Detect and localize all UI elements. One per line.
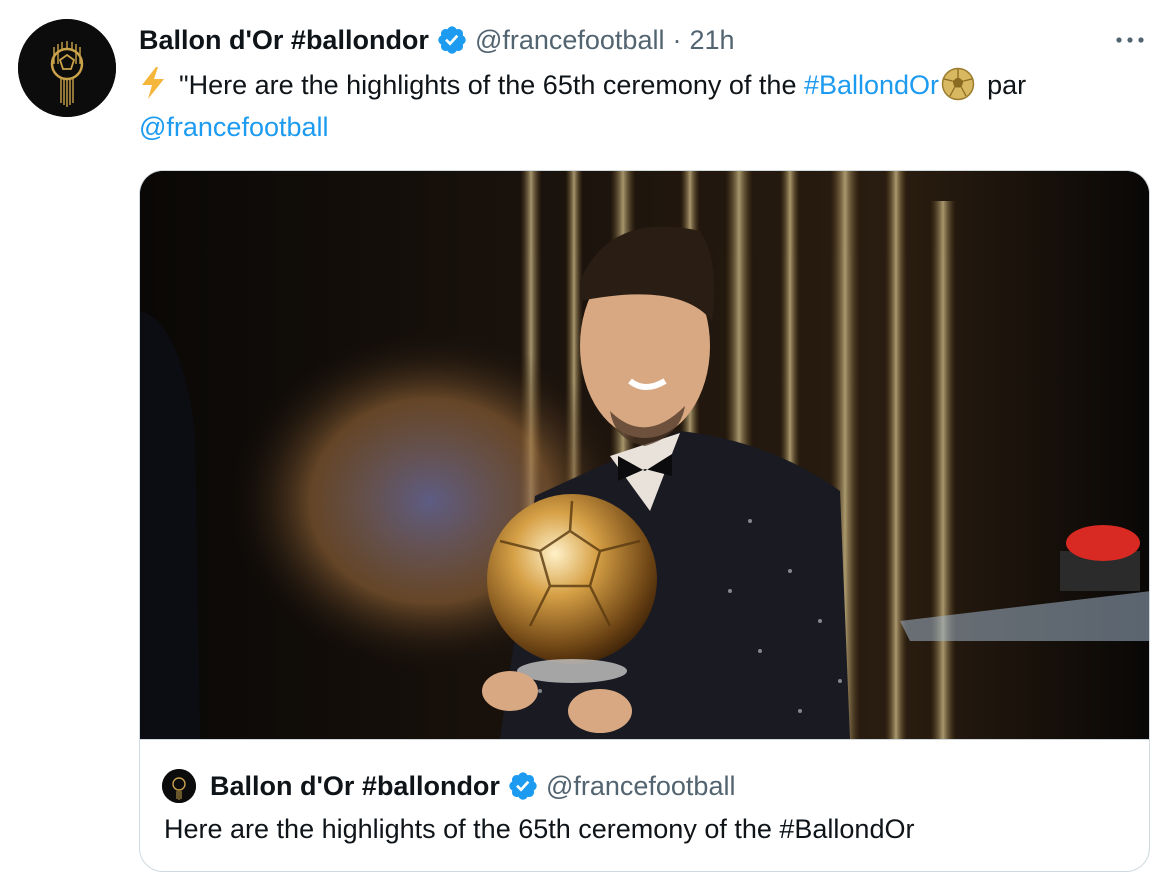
- ballon-dor-logo-icon: [18, 19, 116, 117]
- quoted-tweet-header: Ballon d'Or #ballondor @francefootball: [162, 769, 736, 803]
- author-handle[interactable]: @francefootball: [475, 25, 665, 56]
- tweet-header: Ballon d'Or #ballondor @francefootball ·…: [139, 22, 735, 58]
- lightning-emoji-icon: [142, 67, 164, 99]
- tweet-timestamp[interactable]: 21h: [689, 25, 734, 56]
- mention-link[interactable]: @francefootball: [139, 112, 329, 142]
- quoted-author-handle[interactable]: @francefootball: [546, 771, 736, 802]
- verified-badge-icon: [438, 26, 466, 54]
- quoted-author-avatar[interactable]: [162, 769, 196, 803]
- soccer-ball-emoji-icon: [941, 67, 975, 101]
- tweet-text: "Here are the highlights of the 65th cer…: [139, 64, 1149, 148]
- author-avatar[interactable]: [18, 19, 116, 117]
- hashtag-link[interactable]: #BallondOr: [804, 70, 939, 100]
- quoted-tweet-card[interactable]: Ballon d'Or #ballondor @francefootball H…: [139, 170, 1150, 872]
- card-media-image[interactable]: [140, 171, 1149, 739]
- separator-dot: ·: [672, 24, 682, 55]
- ceremony-photo: [140, 171, 1149, 739]
- tweet-text-part2: par: [987, 70, 1027, 100]
- ballon-dor-logo-icon: [162, 769, 196, 803]
- quoted-author-name[interactable]: Ballon d'Or #ballondor: [210, 771, 500, 802]
- more-options-icon[interactable]: [1112, 30, 1148, 50]
- card-meta[interactable]: Ballon d'Or #ballondor @francefootball H…: [140, 739, 1149, 871]
- author-name[interactable]: Ballon d'Or #ballondor: [139, 25, 429, 56]
- tweet-text-part1: "Here are the highlights of the 65th cer…: [179, 70, 804, 100]
- quoted-tweet-text: Here are the highlights of the 65th cere…: [164, 814, 915, 844]
- verified-badge-icon: [509, 772, 537, 800]
